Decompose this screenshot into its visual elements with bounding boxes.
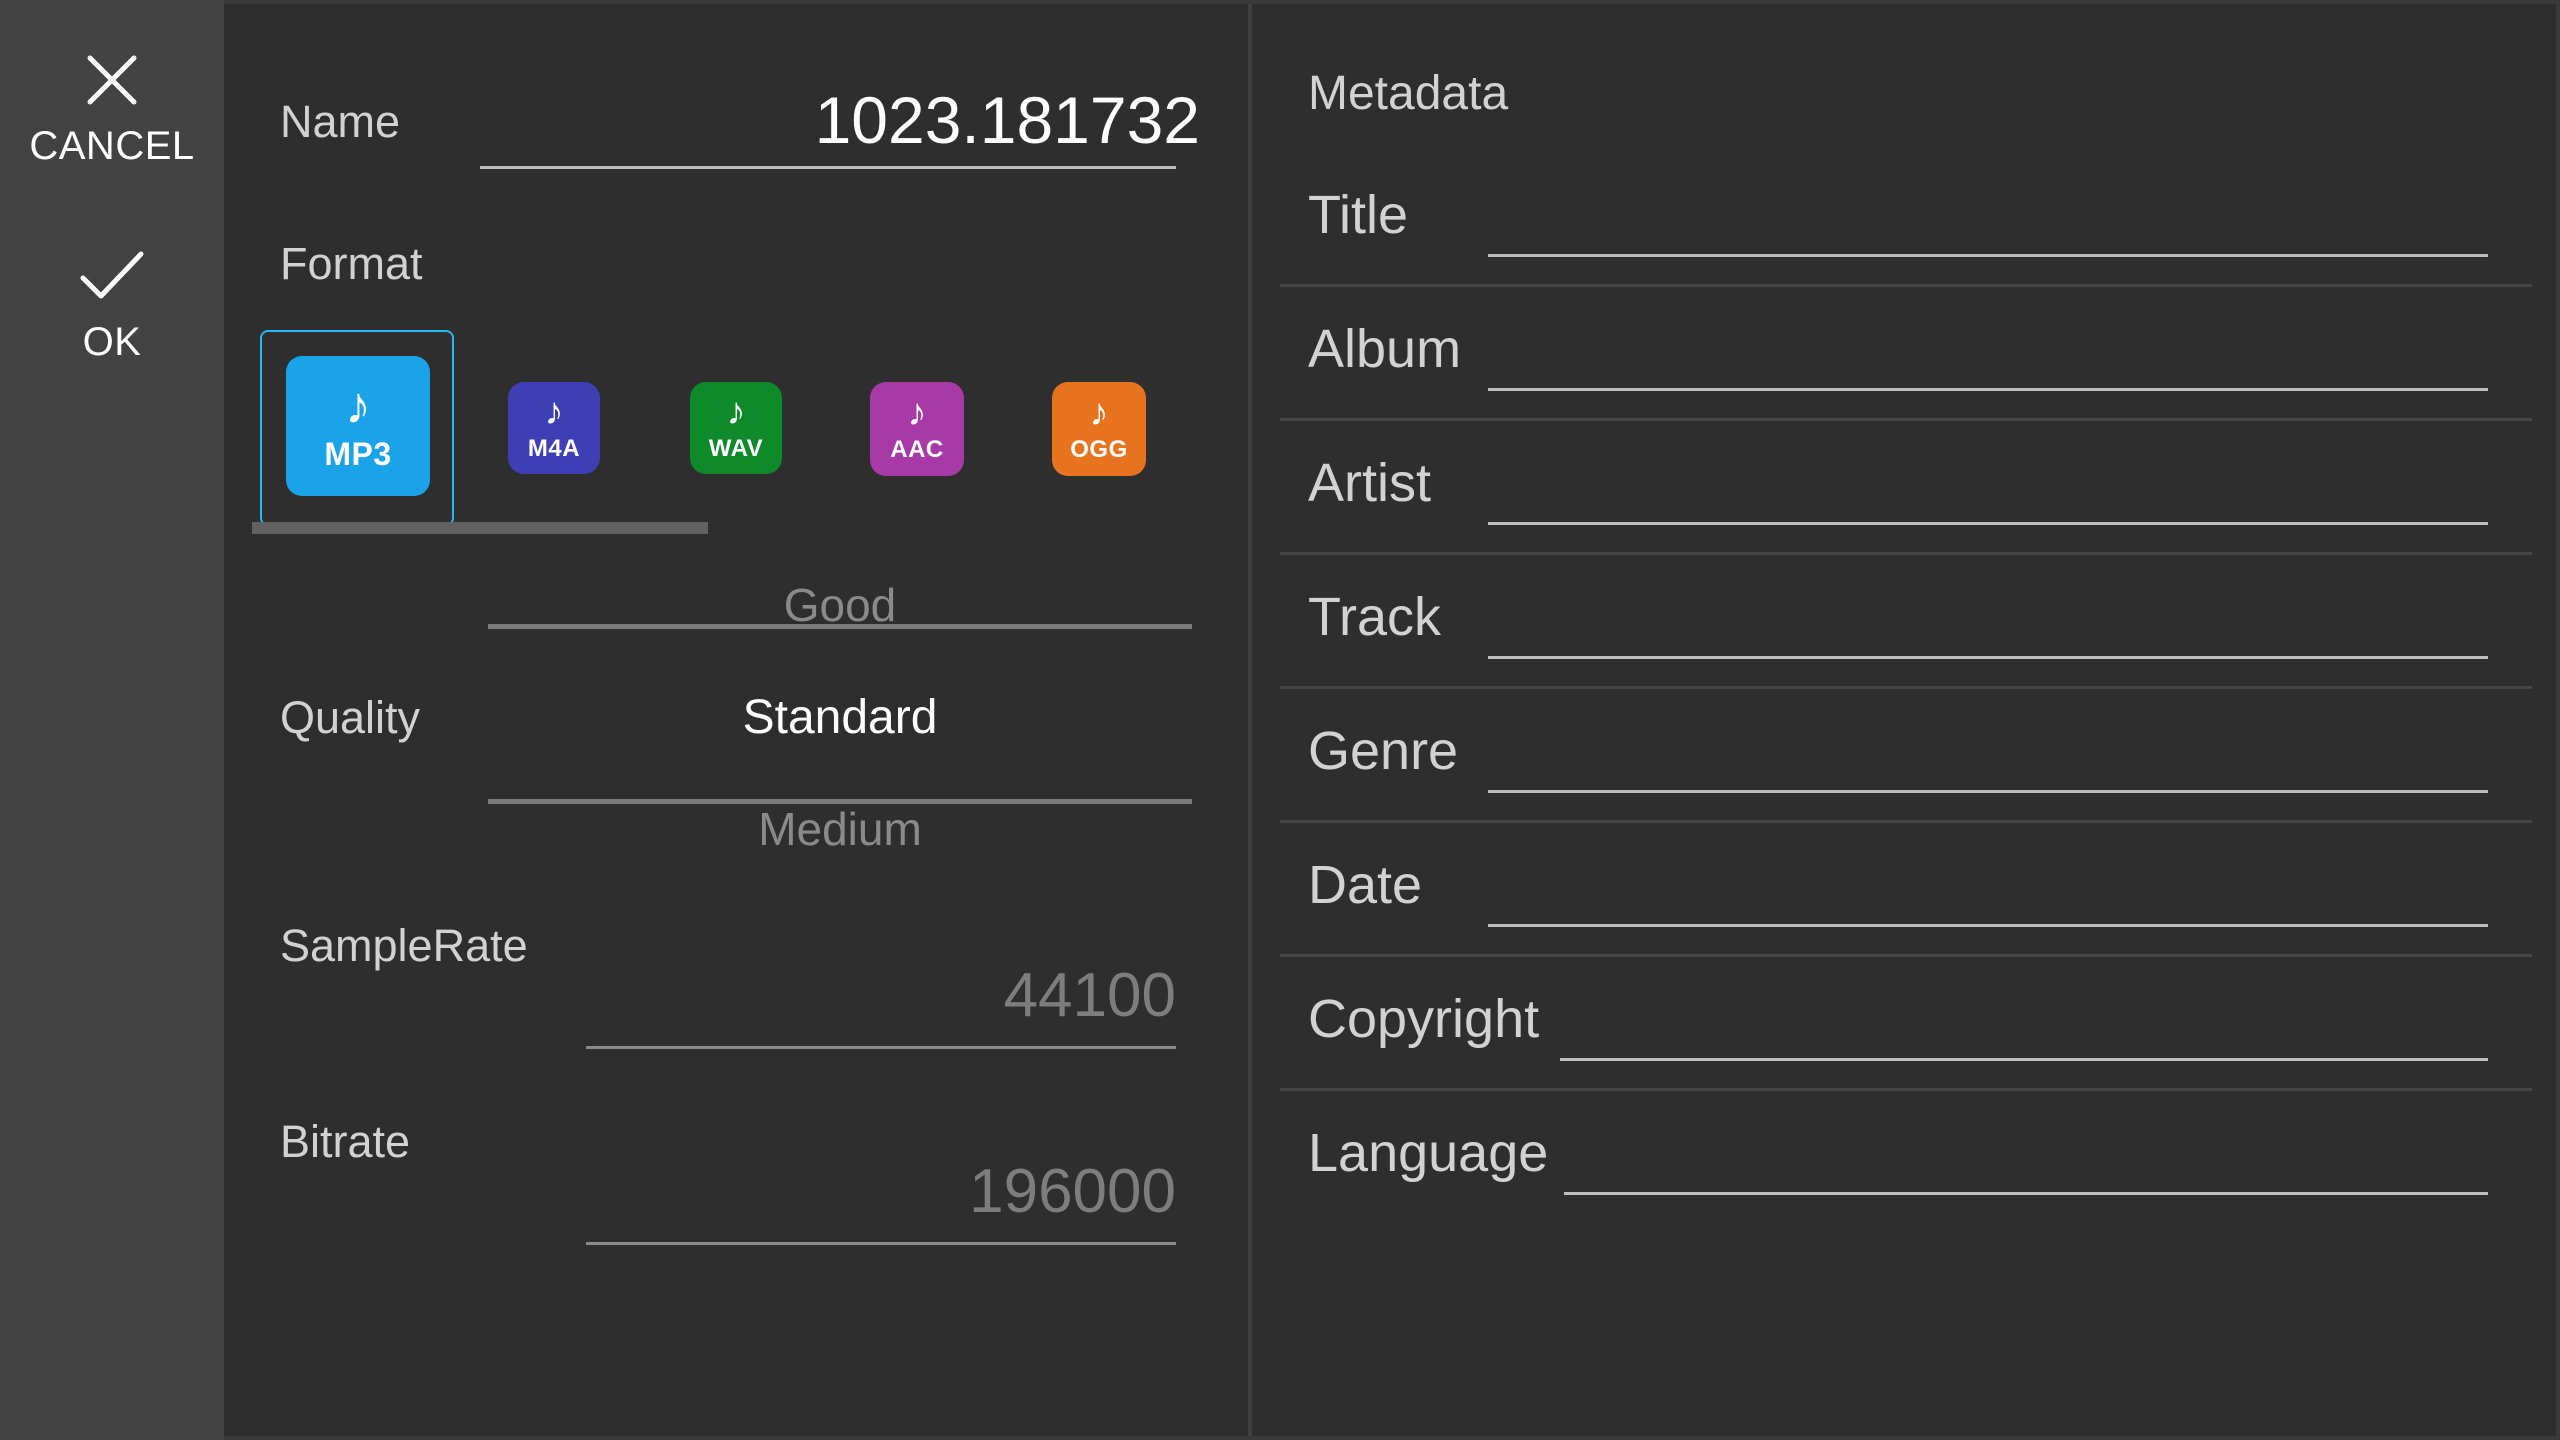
ok-button[interactable]: OK bbox=[0, 246, 224, 365]
name-input-underline bbox=[480, 166, 1176, 169]
date-input[interactable] bbox=[1488, 924, 2488, 927]
album-input[interactable] bbox=[1488, 388, 2488, 391]
track-label: Track bbox=[1308, 587, 1441, 647]
genre-input[interactable] bbox=[1488, 790, 2488, 793]
row-divider bbox=[1280, 686, 2532, 689]
samplerate-input[interactable]: 44100 bbox=[1004, 960, 1176, 1031]
metadata-row-artist[interactable]: Artist bbox=[1280, 452, 2532, 586]
row-divider bbox=[1280, 418, 2532, 421]
bitrate-underline bbox=[586, 1242, 1176, 1245]
name-input[interactable]: 1023.181732 bbox=[815, 82, 1200, 158]
language-input[interactable] bbox=[1564, 1192, 2488, 1195]
format-m4a-button[interactable]: ♪ M4A bbox=[508, 382, 600, 474]
row-divider bbox=[1280, 552, 2532, 555]
genre-label: Genre bbox=[1308, 721, 1459, 781]
conversion-settings-panel: Name 1023.181732 Format ♪ MP3 ♪ M4A ♪ WA… bbox=[224, 4, 1248, 1436]
music-note-icon: ♪ bbox=[1089, 392, 1109, 434]
copyright-label: Copyright bbox=[1308, 989, 1540, 1049]
metadata-row-date[interactable]: Date bbox=[1280, 854, 2532, 988]
artist-input[interactable] bbox=[1488, 522, 2488, 525]
close-icon bbox=[87, 55, 137, 105]
metadata-row-title[interactable]: Title bbox=[1280, 184, 2532, 318]
cancel-button[interactable]: CANCEL bbox=[0, 50, 224, 169]
row-divider bbox=[1280, 1088, 2532, 1091]
row-divider bbox=[1280, 820, 2532, 823]
format-aac-button[interactable]: ♪ AAC bbox=[870, 382, 964, 476]
date-label: Date bbox=[1308, 855, 1423, 915]
samplerate-label: SampleRate bbox=[280, 920, 528, 971]
format-scroll-indicator bbox=[252, 522, 708, 534]
format-wav-button[interactable]: ♪ WAV bbox=[690, 382, 782, 474]
music-note-icon: ♪ bbox=[345, 376, 371, 435]
metadata-row-language[interactable]: Language bbox=[1280, 1122, 2532, 1256]
bitrate-input[interactable]: 196000 bbox=[969, 1156, 1176, 1227]
title-input[interactable] bbox=[1488, 254, 2488, 257]
metadata-panel: Metadata Title Album Artist Track Genre … bbox=[1252, 4, 2556, 1436]
title-label: Title bbox=[1308, 185, 1409, 245]
action-sidebar: CANCEL OK bbox=[0, 0, 224, 1440]
metadata-row-copyright[interactable]: Copyright bbox=[1280, 988, 2532, 1122]
language-label: Language bbox=[1308, 1123, 1549, 1183]
metadata-row-genre[interactable]: Genre bbox=[1280, 720, 2532, 854]
track-input[interactable] bbox=[1488, 656, 2488, 659]
copyright-input[interactable] bbox=[1560, 1058, 2488, 1061]
music-note-icon: ♪ bbox=[726, 391, 746, 433]
music-note-icon: ♪ bbox=[907, 392, 927, 434]
quality-option-current[interactable]: Standard bbox=[488, 690, 1192, 745]
quality-picker-top-line bbox=[488, 624, 1192, 629]
ok-label: OK bbox=[82, 320, 142, 364]
name-label: Name bbox=[280, 96, 401, 147]
row-divider bbox=[1280, 284, 2532, 287]
format-ogg-button[interactable]: ♪ OGG bbox=[1052, 382, 1146, 476]
cancel-label: CANCEL bbox=[29, 124, 195, 168]
format-mp3-button[interactable]: ♪ MP3 bbox=[286, 356, 430, 496]
metadata-row-track[interactable]: Track bbox=[1280, 586, 2532, 720]
samplerate-underline bbox=[586, 1046, 1176, 1049]
checkmark-icon bbox=[80, 251, 144, 299]
row-divider bbox=[1280, 954, 2532, 957]
metadata-heading: Metadata bbox=[1308, 67, 1509, 120]
quality-label: Quality bbox=[280, 692, 421, 743]
artist-label: Artist bbox=[1308, 453, 1432, 513]
format-label: Format bbox=[280, 238, 423, 289]
bitrate-label: Bitrate bbox=[280, 1116, 411, 1167]
music-note-icon: ♪ bbox=[544, 391, 564, 433]
quality-option-next[interactable]: Medium bbox=[488, 802, 1192, 856]
album-label: Album bbox=[1308, 319, 1462, 379]
metadata-row-album[interactable]: Album bbox=[1280, 318, 2532, 452]
